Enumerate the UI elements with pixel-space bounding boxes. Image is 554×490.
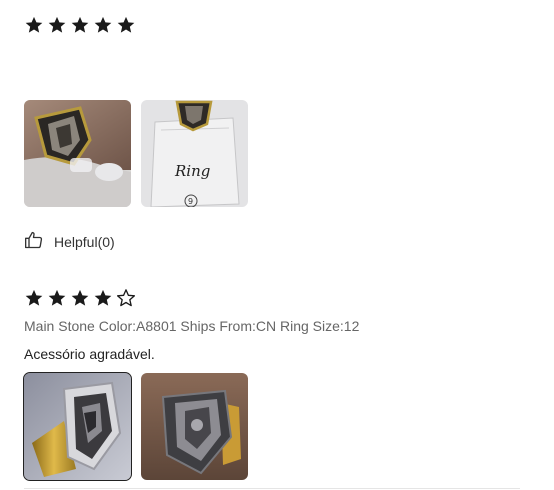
star-icon-filled [70,288,90,308]
review-photo-thumbnail[interactable]: Ring 9 [141,100,248,207]
ring-worn-image [141,373,248,480]
ring-on-hand-image [24,100,131,207]
review-2-images [23,372,524,481]
review-divider [24,488,520,489]
thumbs-up-icon [24,230,44,253]
ring-side-image [24,373,131,480]
helpful-button[interactable]: Helpful(0) [24,230,524,253]
review-1-images: Ring 9 [24,100,524,207]
star-icon-empty [116,288,136,308]
star-icon-filled [70,15,90,35]
star-icon-filled [116,15,136,35]
star-icon-filled [93,15,113,35]
review-photo-thumbnail[interactable] [23,372,132,481]
review-attributes: Main Stone Color:A8801 Ships From:CN Rin… [24,318,360,334]
size-tag: 9 [188,197,193,206]
star-icon-filled [47,288,67,308]
helpful-label: Helpful(0) [54,233,115,250]
star-rating [24,14,524,36]
review-photo-thumbnail[interactable] [141,373,248,480]
review-1 [24,14,524,36]
star-icon-filled [24,15,44,35]
ring-packaging-image: Ring 9 [141,100,248,207]
review-2 [24,287,524,309]
star-icon-filled [93,288,113,308]
review-text: Acessório agradável. [24,346,155,362]
star-icon-filled [47,15,67,35]
star-rating [24,287,524,309]
review-photo-thumbnail[interactable] [24,100,131,207]
packaging-label: Ring [174,162,210,180]
star-icon-filled [24,288,44,308]
